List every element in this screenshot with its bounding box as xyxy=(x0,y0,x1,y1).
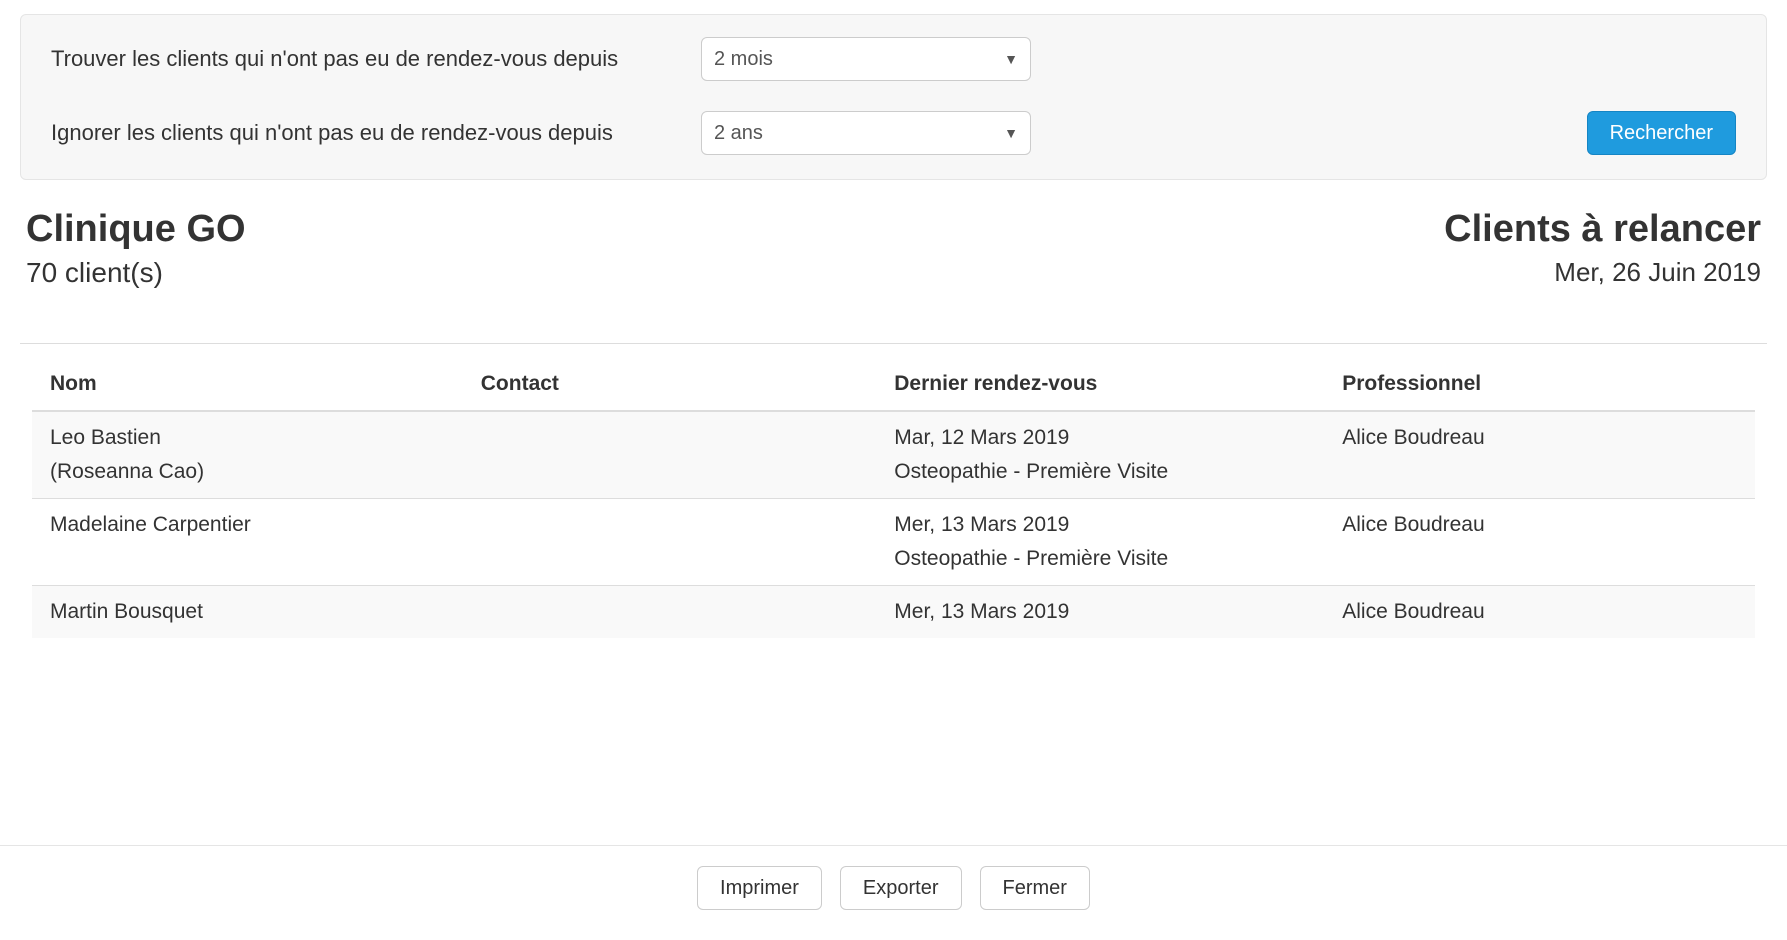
cell-name: Madelaine Carpentier xyxy=(32,499,463,586)
clients-table: Nom Contact Dernier rendez-vous Professi… xyxy=(32,358,1755,638)
last-appt-date: Mer, 13 Mars 2019 xyxy=(894,513,1069,536)
close-button[interactable]: Fermer xyxy=(980,866,1090,910)
report-header-left: Clinique GO 70 client(s) xyxy=(26,208,246,289)
print-button[interactable]: Imprimer xyxy=(697,866,822,910)
filter-find-label: Trouver les clients qui n'ont pas eu de … xyxy=(51,46,641,72)
cell-contact xyxy=(463,586,877,639)
export-button[interactable]: Exporter xyxy=(840,866,962,910)
report-date: Mer, 26 Juin 2019 xyxy=(1444,257,1761,288)
client-name: Leo Bastien xyxy=(50,426,161,449)
filter-actions: Rechercher xyxy=(1587,111,1736,155)
col-header-name: Nom xyxy=(32,358,463,411)
cell-professional: Alice Boudreau xyxy=(1324,499,1755,586)
cell-last-appt: Mer, 13 Mars 2019 xyxy=(876,586,1324,639)
cell-last-appt: Mer, 13 Mars 2019 Osteopathie - Première… xyxy=(876,499,1324,586)
filter-ignore-label: Ignorer les clients qui n'ont pas eu de … xyxy=(51,120,641,146)
filter-find-value: 2 mois xyxy=(714,48,773,71)
cell-last-appt: Mar, 12 Mars 2019 Osteopathie - Première… xyxy=(876,411,1324,499)
section-divider xyxy=(20,343,1767,344)
filter-ignore-select[interactable]: 2 ans ▼ xyxy=(701,111,1031,155)
clinic-name: Clinique GO xyxy=(26,208,246,251)
client-name-sub: (Roseanna Cao) xyxy=(50,460,445,484)
cell-professional: Alice Boudreau xyxy=(1324,586,1755,639)
cell-contact xyxy=(463,499,877,586)
caret-down-icon: ▼ xyxy=(1004,125,1018,141)
filter-ignore-value: 2 ans xyxy=(714,122,763,145)
table-header-row: Nom Contact Dernier rendez-vous Professi… xyxy=(32,358,1755,411)
client-count: 70 client(s) xyxy=(26,257,246,289)
cell-name: Leo Bastien (Roseanna Cao) xyxy=(32,411,463,499)
cell-professional: Alice Boudreau xyxy=(1324,411,1755,499)
filter-row-ignore: Ignorer les clients qui n'ont pas eu de … xyxy=(51,111,1031,155)
last-appt-date: Mar, 12 Mars 2019 xyxy=(894,426,1069,449)
table-row: Leo Bastien (Roseanna Cao) Mar, 12 Mars … xyxy=(32,411,1755,499)
filter-panel: Trouver les clients qui n'ont pas eu de … xyxy=(20,14,1767,180)
report-title: Clients à relancer xyxy=(1444,208,1761,251)
cell-name: Martin Bousquet xyxy=(32,586,463,639)
search-button[interactable]: Rechercher xyxy=(1587,111,1736,155)
client-name: Madelaine Carpentier xyxy=(50,513,251,536)
table-row: Martin Bousquet Mer, 13 Mars 2019 Alice … xyxy=(32,586,1755,639)
filter-controls: Trouver les clients qui n'ont pas eu de … xyxy=(51,37,1031,155)
filter-row-find: Trouver les clients qui n'ont pas eu de … xyxy=(51,37,1031,81)
report-header-right: Clients à relancer Mer, 26 Juin 2019 xyxy=(1444,208,1761,288)
filter-find-select[interactable]: 2 mois ▼ xyxy=(701,37,1031,81)
table-row: Madelaine Carpentier Mer, 13 Mars 2019 O… xyxy=(32,499,1755,586)
col-header-professional: Professionnel xyxy=(1324,358,1755,411)
client-name: Martin Bousquet xyxy=(50,600,203,623)
col-header-contact: Contact xyxy=(463,358,877,411)
page-root: Trouver les clients qui n'ont pas eu de … xyxy=(0,14,1787,940)
caret-down-icon: ▼ xyxy=(1004,51,1018,67)
last-appt-date: Mer, 13 Mars 2019 xyxy=(894,600,1069,623)
report-header: Clinique GO 70 client(s) Clients à relan… xyxy=(20,208,1767,289)
last-appt-service: Osteopathie - Première Visite xyxy=(894,460,1306,484)
last-appt-service: Osteopathie - Première Visite xyxy=(894,547,1306,571)
cell-contact xyxy=(463,411,877,499)
col-header-last-appt: Dernier rendez-vous xyxy=(876,358,1324,411)
